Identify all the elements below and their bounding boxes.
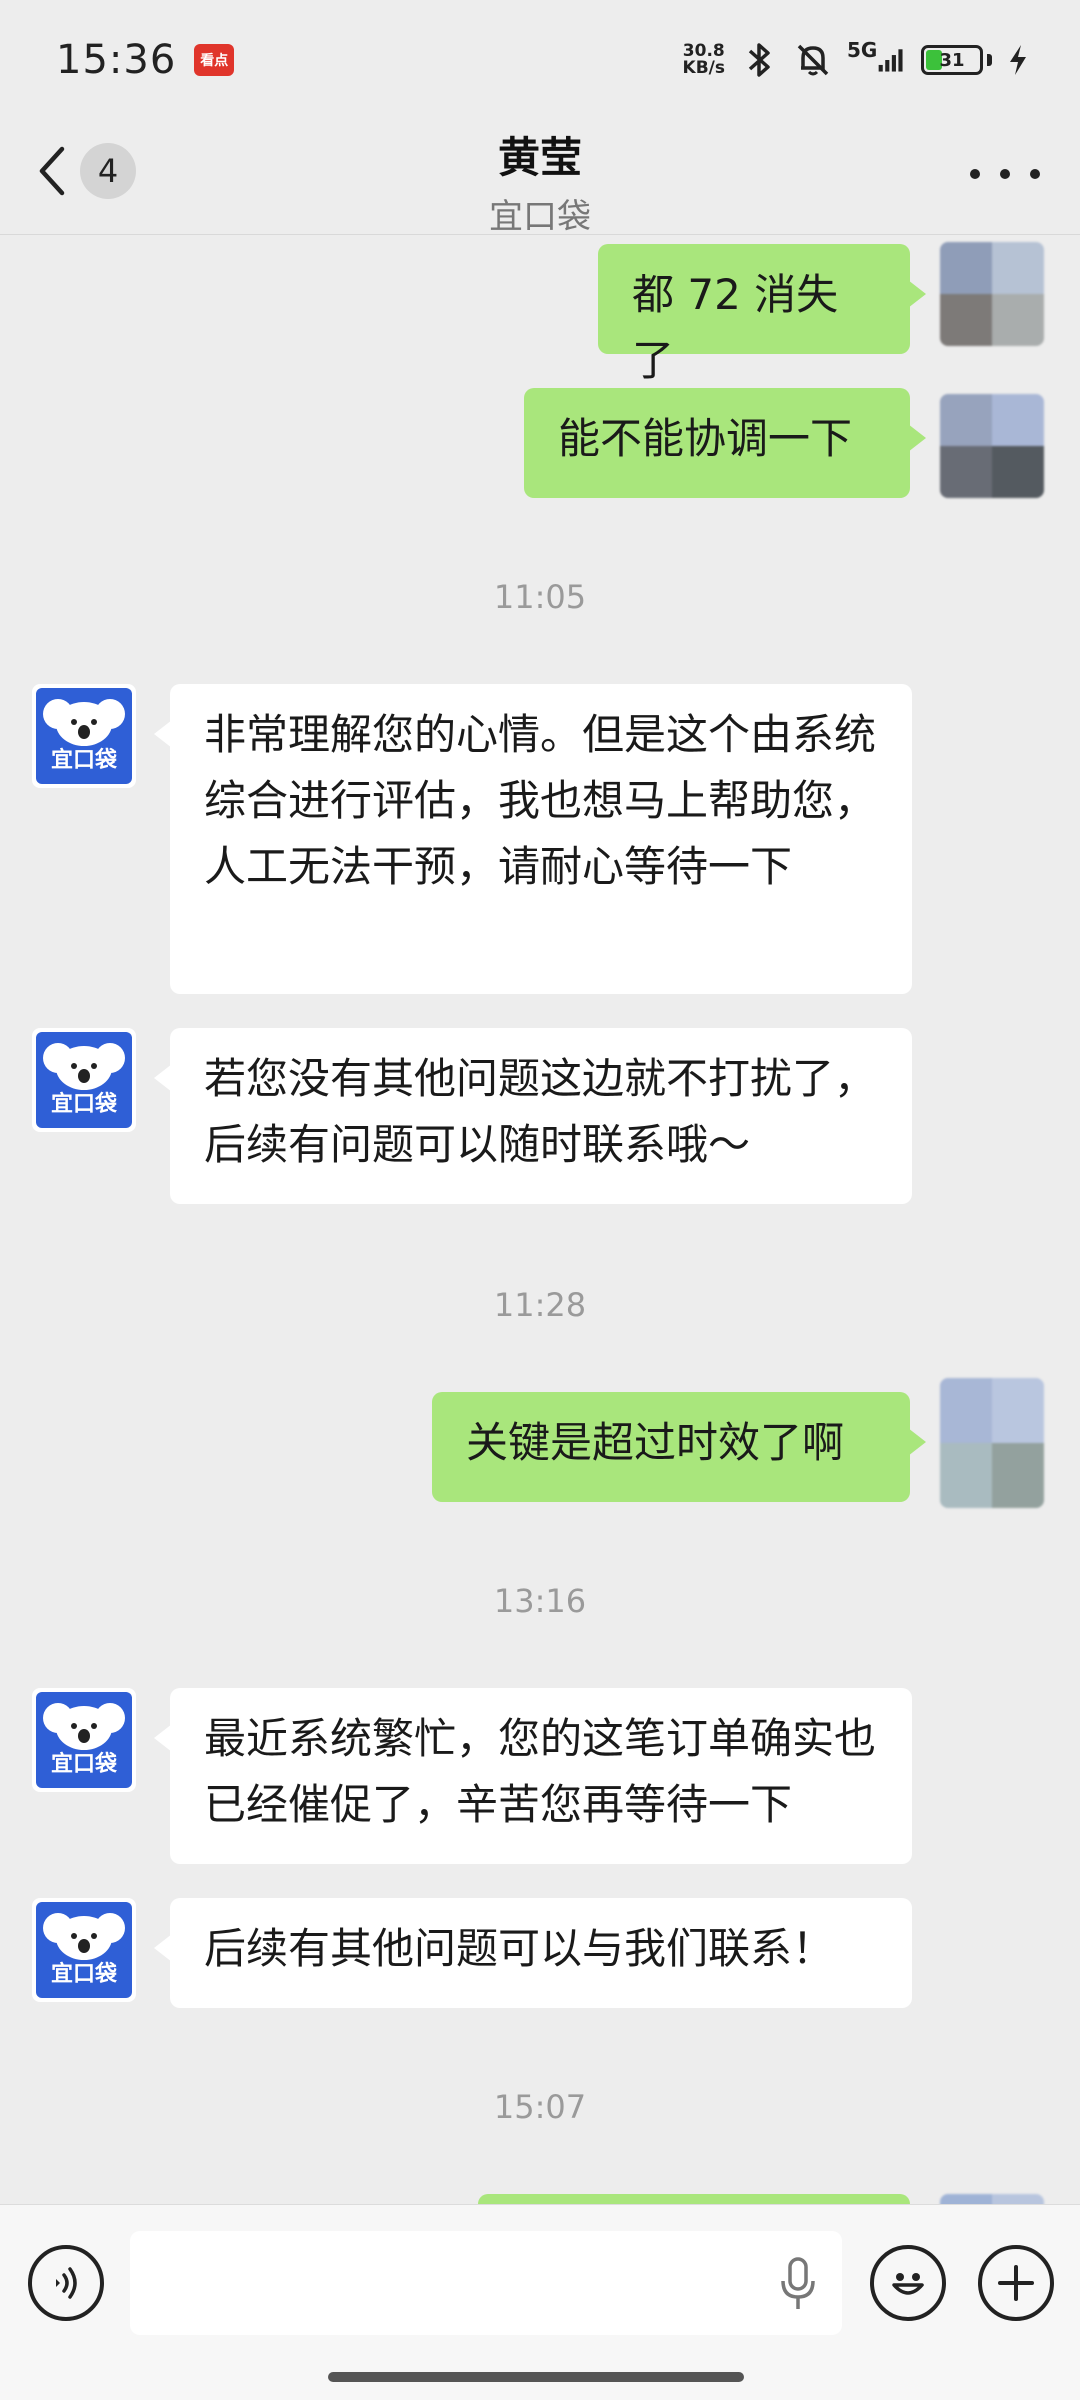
message-timestamp: 11:28 bbox=[493, 1286, 587, 1324]
bot-avatar[interactable]: 宜口袋 bbox=[32, 1898, 136, 2002]
koala-icon bbox=[43, 699, 125, 746]
charging-icon bbox=[1006, 40, 1030, 80]
more-dot-icon bbox=[970, 169, 980, 179]
user-avatar[interactable] bbox=[940, 2194, 1044, 2204]
more-dot-icon bbox=[1000, 169, 1010, 179]
battery-icon: 31 bbox=[921, 45, 983, 75]
more-dot-icon bbox=[1030, 169, 1040, 179]
mic-icon[interactable] bbox=[778, 2257, 818, 2311]
battery-level: 31 bbox=[939, 49, 965, 71]
message-timestamp: 15:07 bbox=[493, 2088, 587, 2126]
message-bubble-received[interactable]: 非常理解您的心情。但是这个由系统综合进行评估，我也想马上帮助您，人工无法干预，请… bbox=[154, 684, 912, 994]
status-right: 30.8 KB/s 5G 31 bbox=[683, 38, 1030, 80]
net-speed: 30.8 KB/s bbox=[683, 43, 725, 77]
voice-input-button[interactable] bbox=[28, 2245, 104, 2321]
user-avatar[interactable] bbox=[940, 1378, 1044, 1508]
message-bubble-sent-partial[interactable] bbox=[478, 2194, 910, 2204]
message-timestamp: 13:16 bbox=[493, 1582, 587, 1620]
koala-logo-icon: 宜口袋 bbox=[36, 1692, 132, 1788]
koala-icon bbox=[43, 1913, 125, 1960]
message-list[interactable]: 都 72 消失了 能不能协调一下 11:05 宜口袋 非常理解您的心情。但是这个… bbox=[0, 236, 1080, 2204]
home-indicator[interactable] bbox=[328, 2372, 744, 2382]
koala-logo-icon: 宜口袋 bbox=[36, 1032, 132, 1128]
app-notification-icon: 看点 bbox=[194, 44, 235, 76]
message-input[interactable] bbox=[130, 2231, 842, 2335]
status-bar: 15:36 看点 30.8 KB/s 5G 31 bbox=[0, 0, 1080, 120]
user-avatar[interactable] bbox=[940, 242, 1044, 346]
chat-input-bar bbox=[0, 2204, 1080, 2400]
bot-avatar[interactable]: 宜口袋 bbox=[32, 1688, 136, 1792]
signal-icon: 5G bbox=[847, 38, 907, 80]
message-timestamp: 11:05 bbox=[493, 578, 587, 616]
bot-avatar-label: 宜口袋 bbox=[50, 1752, 117, 1777]
bot-avatar-label: 宜口袋 bbox=[50, 748, 117, 773]
message-bubble-sent[interactable]: 能不能协调一下 bbox=[524, 388, 926, 498]
bot-avatar-label: 宜口袋 bbox=[50, 1092, 117, 1117]
message-bubble-sent[interactable]: 关键是超过时效了啊 bbox=[432, 1392, 926, 1502]
koala-logo-icon: 宜口袋 bbox=[36, 688, 132, 784]
message-bubble-received[interactable]: 后续有其他问题可以与我们联系！ bbox=[154, 1898, 912, 2008]
bot-avatar-label: 宜口袋 bbox=[50, 1962, 117, 1987]
net-speed-unit: KB/s bbox=[682, 58, 725, 78]
koala-logo-icon: 宜口袋 bbox=[36, 1902, 132, 1998]
emoji-button[interactable] bbox=[870, 2245, 946, 2321]
chat-title-block: 黄莹 宜口袋 bbox=[0, 120, 1080, 238]
chat-title: 黄莹 bbox=[497, 133, 582, 182]
mute-bell-icon bbox=[793, 40, 833, 80]
message-bubble-received[interactable]: 最近系统繁忙，您的这笔订单确实也已经催促了，辛苦您再等待一下 bbox=[154, 1688, 912, 1864]
bluetooth-icon bbox=[739, 40, 779, 80]
status-left: 15:36 看点 bbox=[56, 37, 235, 83]
voice-icon bbox=[56, 2267, 77, 2299]
bot-avatar[interactable]: 宜口袋 bbox=[32, 1028, 136, 1132]
plus-icon bbox=[998, 2265, 1034, 2301]
message-bubble-received[interactable]: 若您没有其他问题这边就不打扰了，后续有问题可以随时联系哦～ bbox=[154, 1028, 912, 1204]
chat-subtitle: 宜口袋 bbox=[489, 197, 591, 237]
emoji-icon bbox=[892, 2273, 924, 2295]
status-time: 15:36 bbox=[56, 37, 177, 83]
network-type: 5G bbox=[847, 38, 878, 62]
koala-icon bbox=[43, 1703, 125, 1750]
koala-icon bbox=[43, 1043, 125, 1090]
more-options-button[interactable] bbox=[970, 154, 1040, 194]
user-avatar[interactable] bbox=[940, 394, 1044, 498]
battery-tip bbox=[987, 54, 992, 66]
chat-header: 4 黄莹 宜口袋 bbox=[0, 120, 1080, 238]
bot-avatar[interactable]: 宜口袋 bbox=[32, 684, 136, 788]
more-actions-button[interactable] bbox=[978, 2245, 1054, 2321]
message-bubble-sent[interactable]: 都 72 消失了 bbox=[598, 244, 926, 385]
